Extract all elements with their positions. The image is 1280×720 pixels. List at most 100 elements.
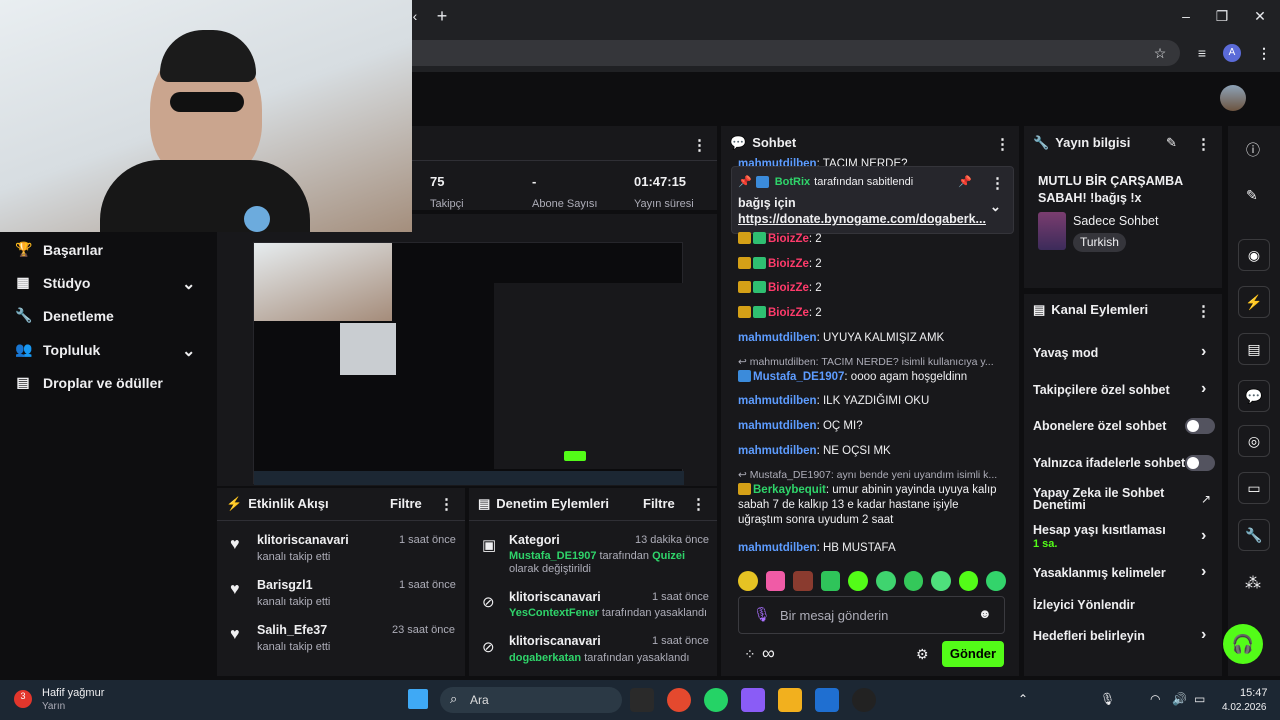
activity-user[interactable]: Salih_Efe37: [257, 623, 327, 637]
chat-menu-icon[interactable]: ⋮: [995, 135, 1010, 153]
camera-icon[interactable]: ◉: [1238, 239, 1270, 271]
category-thumbnail[interactable]: [1038, 212, 1066, 250]
clock-time[interactable]: 15:47: [1240, 687, 1268, 699]
maximize-button[interactable]: ❐: [1212, 6, 1232, 26]
new-tab-button[interactable]: +: [432, 6, 452, 26]
chrome-icon[interactable]: [667, 688, 691, 712]
pinned-link[interactable]: https://donate.bynogame.com/dogaberk...: [738, 212, 986, 226]
stream-info-menu-icon[interactable]: ⋮: [1196, 135, 1211, 153]
volume-icon[interactable]: 🔊: [1172, 692, 1187, 706]
category-name[interactable]: Sadece Sohbet: [1073, 214, 1159, 228]
chevron-right-icon[interactable]: ›: [1201, 626, 1206, 644]
file-explorer-icon[interactable]: [778, 688, 802, 712]
store-icon[interactable]: [815, 688, 839, 712]
chevron-right-icon[interactable]: ›: [1201, 527, 1206, 545]
mic-icon[interactable]: 🎙: [753, 606, 771, 623]
profile-avatar[interactable]: A: [1223, 44, 1241, 62]
layout-icon[interactable]: ▭: [1238, 472, 1270, 504]
chat-icon[interactable]: 💬: [1238, 380, 1270, 412]
infinity-icon[interactable]: ∞: [762, 643, 775, 664]
activity-filter-button[interactable]: Filtre: [390, 496, 422, 511]
pencil-icon[interactable]: ✎: [1246, 187, 1258, 204]
emote-icon[interactable]: [848, 571, 868, 591]
emote-icon[interactable]: [931, 571, 951, 591]
emote-icon[interactable]: [738, 571, 758, 591]
minimize-button[interactable]: –: [1176, 6, 1196, 26]
nav-moderation[interactable]: 🔧 Denetleme: [15, 307, 114, 324]
emote-icon[interactable]: [958, 571, 979, 591]
broadcast-icon[interactable]: ◎: [1238, 425, 1270, 457]
gear-icon[interactable]: ⚙: [916, 646, 929, 663]
subs-only-toggle[interactable]: [1185, 418, 1215, 434]
account-age-item[interactable]: Hesap yaşı kısıtlaması: [1033, 523, 1166, 537]
points-icon[interactable]: ⁘: [744, 646, 756, 663]
emote-icon[interactable]: [793, 571, 813, 591]
nodes-icon[interactable]: ⁂: [1245, 573, 1261, 593]
channel-actions-menu-icon[interactable]: ⋮: [1196, 302, 1211, 320]
stats-menu-icon[interactable]: ⋮: [692, 136, 707, 154]
browser-menu-icon[interactable]: ⋮: [1254, 43, 1274, 63]
mod-item-title[interactable]: klitoriscanavari: [509, 634, 601, 648]
raid-item[interactable]: İzleyici Yönlendir: [1033, 598, 1135, 612]
chevron-right-icon[interactable]: ›: [1201, 380, 1206, 398]
emote-icon[interactable]: [820, 571, 841, 591]
ai-moderation-item[interactable]: Yapay Zeka ile Sohbet Denetimi: [1033, 487, 1183, 512]
wrench-icon[interactable]: 🔧: [1238, 519, 1270, 551]
send-button[interactable]: Gönder: [942, 641, 1004, 667]
weather-title[interactable]: Hafif yağmur: [42, 687, 104, 699]
tray-chevron-icon[interactable]: ⌃: [1018, 692, 1028, 706]
emoji-icon[interactable]: ☻: [978, 606, 992, 621]
chevron-down-icon[interactable]: ⌄: [182, 274, 195, 294]
mod-menu-icon[interactable]: ⋮: [691, 495, 706, 513]
clock-date[interactable]: 4.02.2026: [1222, 702, 1267, 713]
nav-studio[interactable]: ▦ Stüdyo: [15, 274, 90, 291]
copilot-icon[interactable]: [741, 688, 765, 712]
info-icon[interactable]: ⓘ: [1246, 140, 1260, 160]
emote-only-toggle[interactable]: [1185, 455, 1215, 471]
bookmark-star-icon[interactable]: ☆: [1150, 43, 1170, 63]
external-link-icon[interactable]: ↗: [1201, 492, 1211, 506]
nav-achievements[interactable]: 🏆 Başarılar: [15, 241, 103, 258]
lightning-icon[interactable]: ⚡: [1238, 286, 1270, 318]
goals-item[interactable]: Hedefleri belirleyin: [1033, 629, 1145, 643]
stream-preview[interactable]: [253, 242, 684, 485]
nav-community[interactable]: 👥 Topluluk: [15, 341, 100, 358]
chevron-down-icon[interactable]: ⌄: [990, 199, 1001, 215]
user-avatar[interactable]: [1220, 85, 1246, 111]
tag-pill[interactable]: Turkish: [1073, 233, 1126, 252]
edit-icon[interactable]: ✎: [1166, 135, 1177, 151]
whatsapp-icon[interactable]: [704, 688, 728, 712]
battery-icon[interactable]: ▭: [1194, 692, 1205, 706]
omnibox[interactable]: [380, 40, 1180, 66]
wifi-icon[interactable]: ◠: [1150, 692, 1160, 706]
activity-user[interactable]: Barisgzl1: [257, 578, 313, 592]
mod-filter-button[interactable]: Filtre: [643, 496, 675, 511]
support-button[interactable]: 🎧: [1223, 624, 1263, 664]
emote-icon[interactable]: [986, 571, 1006, 591]
taskbar-search[interactable]: [440, 687, 622, 713]
media-control-icon[interactable]: ≡: [1192, 43, 1212, 63]
banned-words-item[interactable]: Yasaklanmış kelimeler: [1033, 566, 1166, 580]
close-window-button[interactable]: ✕: [1250, 6, 1270, 26]
followers-only-item[interactable]: Takipçilere özel sohbet: [1033, 383, 1170, 397]
emote-icon[interactable]: [765, 571, 786, 591]
activity-user[interactable]: klitoriscanavari: [257, 533, 349, 547]
chevron-right-icon[interactable]: ›: [1201, 343, 1206, 361]
emote-icon[interactable]: [903, 571, 924, 591]
task-view-icon[interactable]: [630, 688, 654, 712]
slow-mode-item[interactable]: Yavaş mod: [1033, 346, 1098, 360]
emote-icon[interactable]: [875, 571, 896, 591]
pinned-menu-icon[interactable]: ⋮: [990, 174, 1005, 192]
document-icon[interactable]: ▤: [1238, 333, 1270, 365]
chevron-right-icon[interactable]: ›: [1201, 563, 1206, 581]
chevron-down-icon[interactable]: ⌄: [182, 341, 195, 361]
reply-context[interactable]: ↩ Mustafa_DE1907: aynı bende yeni uyandı…: [738, 468, 1006, 483]
windows-start-icon[interactable]: [408, 689, 428, 709]
mod-item-title[interactable]: klitoriscanavari: [509, 590, 601, 604]
reply-context[interactable]: ↩ mahmutdilben: TACIM NERDE? isimli kull…: [738, 355, 1006, 370]
nav-drops[interactable]: ▤ Droplar ve ödüller: [15, 374, 162, 391]
obs-icon[interactable]: [852, 688, 876, 712]
unpin-icon[interactable]: 📌: [958, 175, 972, 188]
activity-menu-icon[interactable]: ⋮: [439, 495, 454, 513]
mic-tray-icon[interactable]: 🎙: [1100, 692, 1115, 706]
